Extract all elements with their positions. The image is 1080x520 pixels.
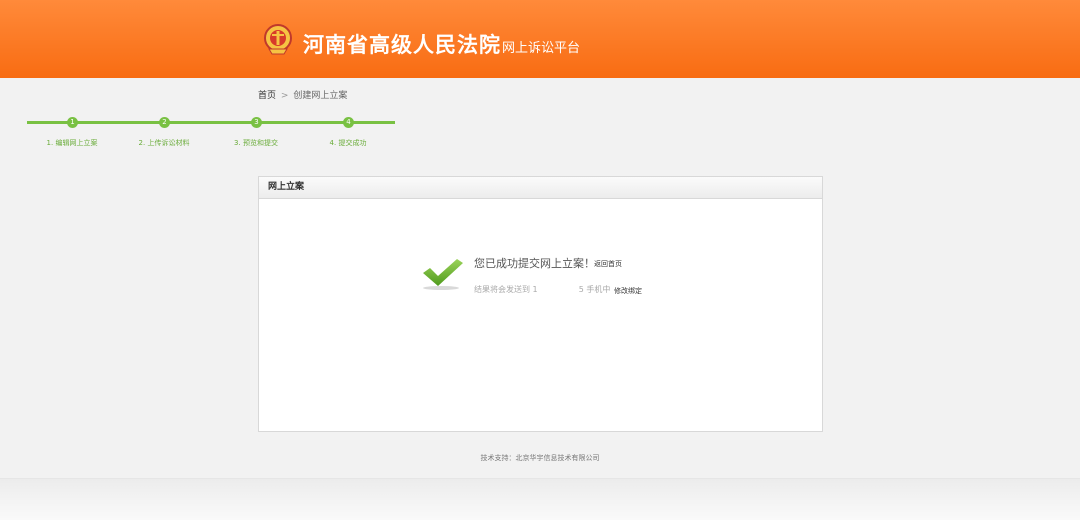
filing-panel: 网上立案 您已成功提交网上立案！ 返回首页 结果将会发送到 1 5 手机中 修改… bbox=[258, 176, 823, 432]
result-notice: 结果将会发送到 1 5 手机中 bbox=[474, 284, 610, 295]
step-4-dot: 4 bbox=[343, 117, 354, 128]
step-4-label: 4. 提交成功 bbox=[329, 139, 367, 147]
step-2-label: 2. 上传诉讼材料 bbox=[138, 139, 190, 147]
progress-line bbox=[27, 121, 395, 124]
result-suffix: 手机中 bbox=[586, 285, 611, 294]
phone-start: 1 bbox=[532, 285, 538, 294]
success-check-icon bbox=[423, 259, 463, 290]
result-prefix: 结果将会发送到 bbox=[474, 285, 530, 294]
breadcrumb: 首页 > 创建网上立案 bbox=[258, 88, 347, 101]
panel-title: 网上立案 bbox=[259, 177, 822, 199]
site-subtitle: 网上诉讼平台 bbox=[502, 41, 581, 56]
step-2-dot: 2 bbox=[159, 117, 170, 128]
success-message: 您已成功提交网上立案！ bbox=[474, 257, 595, 270]
progress-steps: 1 2 3 4 1. 编辑网上立案 2. 上传诉讼材料 3. 预览和提交 4. … bbox=[0, 110, 420, 150]
modify-binding-link[interactable]: 修改绑定 bbox=[614, 286, 642, 296]
step-1-label: 1. 编辑网上立案 bbox=[46, 139, 98, 147]
step-1-dot: 1 bbox=[67, 117, 78, 128]
step-3-dot: 3 bbox=[251, 117, 262, 128]
breadcrumb-separator: > bbox=[280, 91, 289, 101]
site-header: 河南省高级人民法院 网上诉讼平台 bbox=[0, 0, 1080, 78]
site-title: 河南省高级人民法院 bbox=[303, 33, 501, 57]
phone-end: 5 bbox=[578, 285, 584, 294]
breadcrumb-current: 创建网上立案 bbox=[293, 91, 348, 101]
breadcrumb-home-link[interactable]: 首页 bbox=[258, 91, 276, 101]
footer-credit: 技术支持：北京华宇信息技术有限公司 bbox=[480, 454, 600, 462]
step-3-label: 3. 预览和提交 bbox=[234, 139, 278, 147]
back-home-link[interactable]: 返回首页 bbox=[594, 259, 622, 269]
court-emblem-icon bbox=[264, 24, 292, 55]
bottom-band bbox=[0, 478, 1080, 520]
